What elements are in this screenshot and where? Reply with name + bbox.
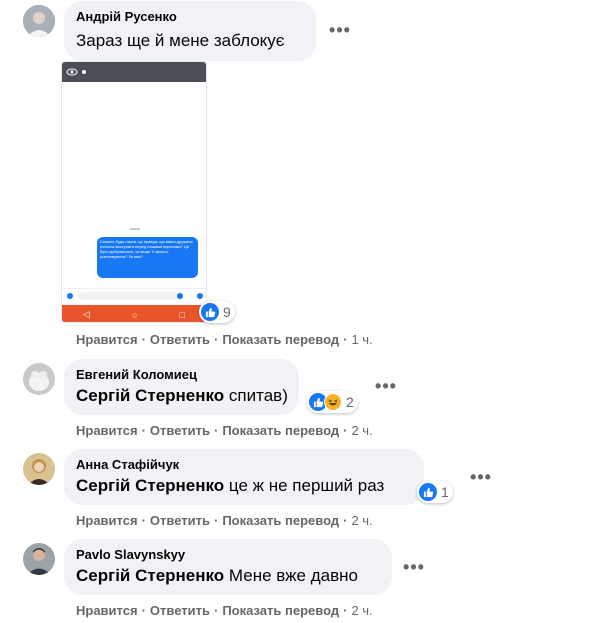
screenshot-topbar [62, 62, 206, 82]
screenshot-timestamp [130, 227, 140, 232]
home-icon: ○ [132, 309, 138, 320]
comment-bubble: Андрій Русенко Зараз ще й мене заблокує [64, 1, 316, 61]
mention-link[interactable]: Сергій Стерненко [76, 476, 224, 495]
comment-text: Сергій Стерненко це ж не перший раз [76, 475, 412, 497]
comment-text: Сергій Стерненко спитав) [76, 385, 288, 407]
reply-button[interactable]: Ответить [150, 423, 210, 438]
comment-actions: Нравится · Ответить · Показать перевод · 2 ч. [76, 513, 373, 528]
reaction-count: 1 [441, 484, 449, 500]
reaction-count: 2 [346, 394, 354, 410]
like-button[interactable]: Нравится [76, 603, 138, 618]
more-options-icon[interactable]: ••• [324, 14, 356, 46]
comment-time[interactable]: 2 ч. [351, 423, 372, 438]
eye-icon [66, 68, 86, 76]
like-reaction-icon [419, 483, 437, 501]
comment-text-body: це ж не перший раз [224, 476, 385, 495]
haha-reaction-icon [324, 393, 342, 411]
mention-link[interactable]: Сергій Стерненко [76, 386, 224, 405]
screenshot-input-bar [62, 288, 206, 303]
mention-link[interactable]: Сергій Стерненко [76, 566, 224, 585]
comment-author[interactable]: Pavlo Slavynskyy [76, 547, 380, 563]
avatar[interactable] [23, 363, 55, 395]
comment-actions: Нравится · Ответить · Показать перевод · 2 ч. [76, 423, 373, 438]
translate-button[interactable]: Показать перевод [222, 423, 339, 438]
back-icon: ◁ [83, 309, 90, 319]
comment-text: Зараз ще й мене заблокує [76, 31, 285, 50]
like-button[interactable]: Нравится [76, 513, 138, 528]
translate-button[interactable]: Показать перевод [222, 332, 339, 347]
comment-actions: Нравится · Ответить · Показать перевод · 1 ч. [76, 332, 373, 347]
comment-text: Сергій Стерненко Мене вже давно [76, 565, 380, 587]
comment-author[interactable]: Анна Стафійчук [76, 457, 412, 473]
comment-text-body: Мене вже давно [224, 566, 358, 585]
avatar[interactable] [23, 5, 55, 37]
more-options-icon[interactable]: ••• [398, 551, 430, 583]
reply-button[interactable]: Ответить [150, 513, 210, 528]
more-options-icon[interactable]: ••• [465, 461, 497, 493]
screenshot-message: Скажіть будь-ласка, це правда, що ваша д… [97, 237, 198, 278]
avatar[interactable] [23, 543, 55, 575]
reaction-summary[interactable]: 1 [417, 481, 453, 503]
like-button[interactable]: Нравится [76, 423, 138, 438]
reply-button[interactable]: Ответить [150, 603, 210, 618]
reaction-summary[interactable]: 2 [307, 391, 358, 413]
like-button[interactable]: Нравится [76, 332, 138, 347]
attached-screenshot-image[interactable]: Скажіть будь-ласка, це правда, що ваша д… [61, 61, 207, 323]
recents-icon: □ [179, 309, 185, 320]
more-options-icon[interactable]: ••• [370, 370, 402, 402]
comment-time[interactable]: 2 ч. [351, 513, 372, 528]
comment-bubble: Pavlo Slavynskyy Сергій Стерненко Мене в… [64, 539, 392, 595]
comment-text-body: спитав) [224, 386, 288, 405]
reaction-count: 9 [223, 304, 231, 320]
translate-button[interactable]: Показать перевод [222, 603, 339, 618]
comment-bubble: Евгений Коломиец Сергій Стерненко спитав… [64, 359, 299, 415]
screenshot-android-navbar: ◁ ○ □ [62, 305, 206, 322]
comment-author[interactable]: Андрій Русенко [76, 9, 304, 25]
avatar[interactable] [23, 453, 55, 485]
like-reaction-icon [201, 303, 219, 321]
reaction-summary[interactable]: 9 [199, 301, 235, 323]
comment-time[interactable]: 2 ч. [351, 603, 372, 618]
translate-button[interactable]: Показать перевод [222, 513, 339, 528]
comment-actions: Нравится · Ответить · Показать перевод · 2 ч. [76, 603, 373, 618]
comment-time[interactable]: 1 ч. [351, 332, 372, 347]
comment-author[interactable]: Евгений Коломиец [76, 367, 287, 383]
comment-bubble: Анна Стафійчук Сергій Стерненко це ж не … [64, 449, 424, 505]
reply-button[interactable]: Ответить [150, 332, 210, 347]
